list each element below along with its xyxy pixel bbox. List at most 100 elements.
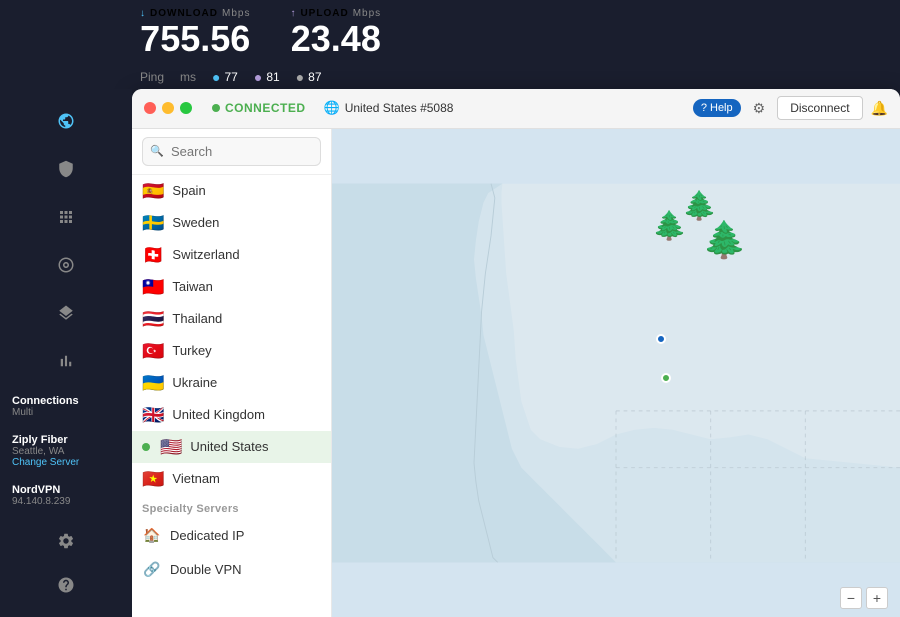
upload-value: 23.48	[291, 19, 381, 59]
ping-label: Ping	[140, 70, 164, 84]
isp-location: Seattle, WA	[12, 446, 120, 457]
connected-dot	[142, 443, 150, 451]
ping-unit: ms	[180, 70, 196, 84]
server-info: 🌐 United States #5088	[324, 100, 454, 116]
sidebar-item-nordvpn[interactable]: NordVPN 94.140.8.239	[0, 478, 132, 513]
connections-label: Connections	[12, 395, 120, 407]
notifications-icon[interactable]: 🔔	[871, 100, 888, 117]
ping-ul-icon: ●	[254, 69, 262, 85]
server-item[interactable]: 🇸🇪 Sweden	[132, 207, 331, 239]
specialty-name: Dedicated IP	[170, 528, 244, 543]
sidebar-icon-onion[interactable]	[50, 249, 82, 281]
sidebar-item-isp[interactable]: Ziply Fiber Seattle, WA Change Server	[0, 428, 132, 474]
maximize-button[interactable]	[180, 102, 192, 114]
status-text: CONNECTED	[225, 101, 306, 115]
search-wrapper	[142, 137, 321, 166]
server-flag: 🇪🇸	[142, 182, 164, 200]
server-name: United States #5088	[345, 101, 454, 115]
server-flag: 🇺🇸	[160, 438, 182, 456]
specialty-item[interactable]: 🏠 Dedicated IP	[132, 519, 331, 553]
sidebar-icon-mesh[interactable]	[50, 201, 82, 233]
server-flag: 🇺🇦	[142, 374, 164, 392]
server-name-text: Ukraine	[172, 375, 217, 390]
isp-label: Ziply Fiber	[12, 434, 120, 446]
specialty-icon: 🔗	[142, 560, 162, 580]
globe-icon: 🌐	[324, 100, 340, 116]
sidebar-icon-stats[interactable]	[50, 345, 82, 377]
vpn-ip: 94.140.8.239	[12, 496, 120, 507]
ping-value-1: 77	[225, 70, 238, 84]
map-controls: − +	[840, 587, 888, 609]
server-item[interactable]: 🇻🇳Vietnam	[132, 463, 331, 495]
server-name-text: Taiwan	[172, 279, 212, 294]
sidebar-icon-settings[interactable]	[50, 525, 82, 557]
server-item[interactable]: 🇪🇸 Spain	[132, 175, 331, 207]
ping-item-1: ● 77	[212, 69, 238, 85]
ping-item-3: ● 87	[296, 69, 322, 85]
ping-value-2: 81	[266, 70, 279, 84]
connection-status: CONNECTED	[212, 101, 306, 115]
vpn-label: NordVPN	[12, 484, 120, 496]
ping-item-2: ● 81	[254, 69, 280, 85]
settings-button[interactable]: ⚙	[749, 98, 770, 119]
title-bar-actions: ? Help ⚙ Disconnect 🔔	[693, 96, 888, 120]
server-flag: 🇬🇧	[142, 406, 164, 424]
minimize-button[interactable]	[162, 102, 174, 114]
disconnect-button[interactable]: Disconnect	[777, 96, 862, 120]
server-name-text: Sweden	[172, 215, 219, 230]
server-flag: 🇹🇼	[142, 278, 164, 296]
upload-stat: ↑ UPLOAD Mbps 23.48	[290, 8, 381, 59]
server-flag: 🇨🇭	[142, 246, 164, 264]
ping-dl-icon: ●	[212, 69, 220, 85]
sidebar-icon-layers[interactable]	[50, 297, 82, 329]
main-content: Connections Multi Ziply Fiber Seattle, W…	[0, 89, 900, 617]
change-server-link[interactable]: Change Server	[12, 457, 120, 468]
server-item[interactable]: 🇺🇸United States	[132, 431, 331, 463]
server-name-text: Turkey	[172, 343, 211, 358]
server-item[interactable]: 🇬🇧 United Kingdom	[132, 399, 331, 431]
zoom-out-button[interactable]: −	[840, 587, 862, 609]
server-item[interactable]: 🇹🇷 Turkey	[132, 335, 331, 367]
sidebar-icon-row	[0, 97, 132, 385]
server-item[interactable]: 🇨🇭 Switzerland	[132, 239, 331, 271]
map-svg	[332, 129, 900, 617]
server-item[interactable]: 🇺🇦 Ukraine	[132, 367, 331, 399]
specialty-header: Specialty Servers	[132, 495, 331, 519]
vpn-window: CONNECTED 🌐 United States #5088 ? Help ⚙…	[132, 89, 900, 617]
server-name-text: Spain	[172, 183, 205, 198]
pine-tree-3: 🌲	[702, 219, 747, 261]
connections-sub: Multi	[12, 407, 120, 418]
server-flag: 🇹🇷	[142, 342, 164, 360]
server-item[interactable]: 🇹🇭 Thailand	[132, 303, 331, 335]
ping-generic-icon: ●	[296, 69, 304, 85]
server-flag: 🇹🇭	[142, 310, 164, 328]
sidebar-item-connections[interactable]: Connections Multi	[0, 389, 132, 424]
left-sidebar: Connections Multi Ziply Fiber Seattle, W…	[0, 89, 132, 617]
download-stat: ↓ DOWNLOAD Mbps 755.56	[140, 8, 250, 59]
server-flag: 🇸🇪	[142, 214, 164, 232]
close-button[interactable]	[144, 102, 156, 114]
ping-value-3: 87	[308, 70, 321, 84]
server-name-text: Switzerland	[172, 247, 239, 262]
specialty-item[interactable]: 🔗Double VPN	[132, 553, 331, 587]
sidebar-icon-help[interactable]	[50, 569, 82, 601]
traffic-lights	[144, 102, 192, 114]
server-name-text: Vietnam	[172, 471, 219, 486]
title-bar: CONNECTED 🌐 United States #5088 ? Help ⚙…	[132, 89, 900, 129]
search-input[interactable]	[142, 137, 321, 166]
server-name-text: United Kingdom	[172, 407, 265, 422]
window-body: 🇪🇸 Spain 🇸🇪 Sweden 🇨🇭 Switzerland 🇹🇼 Taiwan 🇹🇭 Th…	[132, 129, 900, 617]
sidebar-icon-connections[interactable]	[50, 105, 82, 137]
sidebar-icon-shield[interactable]	[50, 153, 82, 185]
pine-tree-2: 🌲	[682, 189, 717, 222]
server-name-text: Thailand	[172, 311, 222, 326]
help-button[interactable]: ? Help	[693, 99, 741, 117]
server-item[interactable]: 🇹🇼 Taiwan	[132, 271, 331, 303]
help-label: Help	[710, 102, 733, 114]
status-dot	[212, 104, 220, 112]
server-list: 🇪🇸 Spain 🇸🇪 Sweden 🇨🇭 Switzerland 🇹🇼 Taiwan 🇹🇭 Th…	[132, 175, 331, 617]
search-box	[132, 129, 331, 175]
stats-bar: ↓ DOWNLOAD Mbps 755.56 ↑ UPLOAD Mbps 23.…	[0, 0, 900, 65]
specialty-icon: 🏠	[142, 526, 162, 546]
zoom-in-button[interactable]: +	[866, 587, 888, 609]
